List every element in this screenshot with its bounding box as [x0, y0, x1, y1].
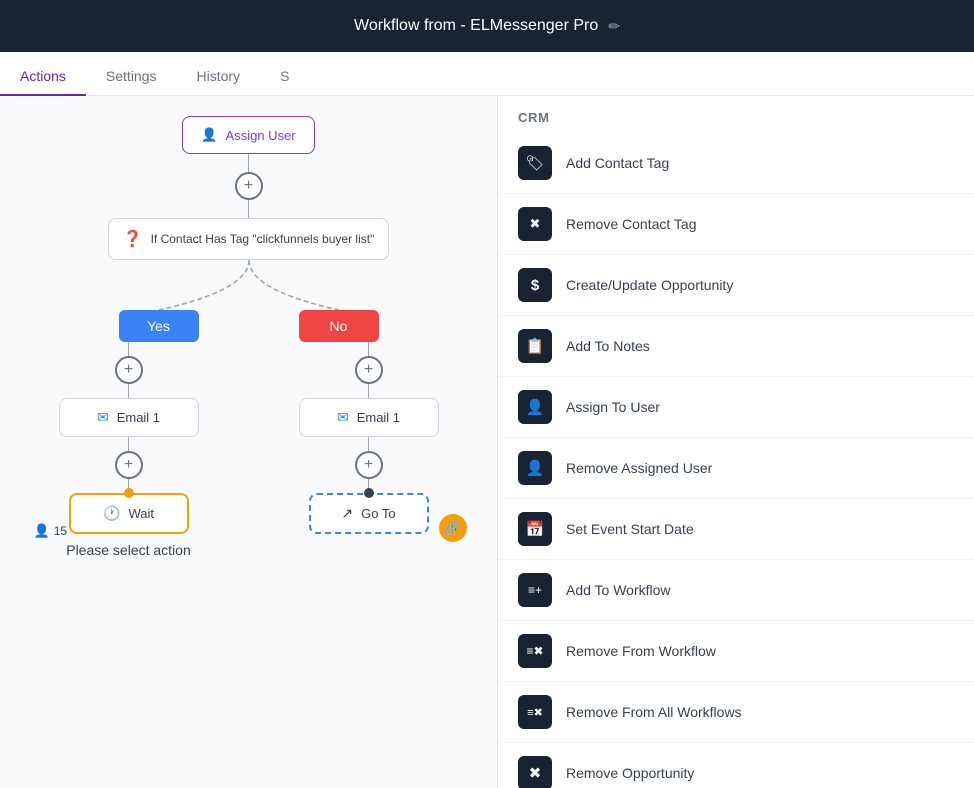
- add-to-workflow-icon: ≡+: [518, 573, 552, 607]
- assign-user-box[interactable]: 👤 Assign User: [182, 116, 314, 154]
- goto-label: Go To: [361, 506, 395, 521]
- crm-item-remove-opportunity[interactable]: ✖ Remove Opportunity: [498, 743, 974, 788]
- remove-assigned-user-icon: 👤: [518, 451, 552, 485]
- crm-item-add-to-workflow[interactable]: ≡+ Add To Workflow: [498, 560, 974, 621]
- email-node-left[interactable]: ✉ Email 1: [59, 398, 199, 437]
- assign-user-label: Assign User: [226, 128, 296, 143]
- connector-2: [248, 200, 249, 218]
- condition-node[interactable]: ❓ If Contact Has Tag "clickfunnels buyer…: [108, 218, 390, 260]
- user-icon-small: 👤: [34, 523, 50, 539]
- branch-right: + ✉ Email 1 + ↗ Go To: [299, 342, 439, 558]
- crm-item-add-to-notes[interactable]: 📋 Add To Notes: [498, 316, 974, 377]
- goto-container: ↗ Go To 🔗: [309, 493, 429, 534]
- remove-opportunity-icon: ✖: [518, 756, 552, 788]
- add-btn-left[interactable]: +: [115, 356, 143, 384]
- goto-dot: [364, 488, 374, 498]
- add-to-workflow-label: Add To Workflow: [566, 582, 671, 598]
- wait-label: Wait: [128, 506, 154, 521]
- edit-icon[interactable]: ✏: [608, 18, 620, 35]
- remove-from-all-workflows-label: Remove From All Workflows: [566, 704, 742, 720]
- remove-contact-tag-icon: ✖: [518, 207, 552, 241]
- remove-from-all-workflows-icon: ≡✖: [518, 695, 552, 729]
- tab-s[interactable]: S: [260, 58, 309, 96]
- crm-panel: CRM 🏷 Add Contact Tag ✖ Remove Contact T…: [497, 96, 974, 788]
- connector-right-2: [368, 384, 369, 398]
- email-node-right[interactable]: ✉ Email 1: [299, 398, 439, 437]
- set-event-start-date-label: Set Event Start Date: [566, 521, 694, 537]
- crm-item-assign-to-user[interactable]: 👤 Assign To User: [498, 377, 974, 438]
- tab-settings[interactable]: Settings: [86, 58, 177, 96]
- branch-buttons: Yes No: [119, 310, 379, 342]
- assign-to-user-label: Assign To User: [566, 399, 660, 415]
- create-update-opportunity-icon: $: [518, 268, 552, 302]
- remove-contact-tag-label: Remove Contact Tag: [566, 216, 696, 232]
- workflow-title: Workflow from - ELMessenger Pro: [354, 17, 598, 35]
- tab-history[interactable]: History: [177, 58, 261, 96]
- branch-svg: [59, 260, 439, 310]
- branch-left: + ✉ Email 1 + 🕐 Wait: [59, 342, 199, 558]
- condition-icon: ❓: [123, 229, 143, 249]
- goto-icon: ↗: [341, 505, 353, 522]
- branch-connectors: + ✉ Email 1 + 🕐 Wait: [59, 342, 439, 558]
- add-btn-left-2[interactable]: +: [115, 451, 143, 479]
- yes-button[interactable]: Yes: [119, 310, 199, 342]
- email-label-right: Email 1: [357, 410, 400, 425]
- tab-bar: Actions Settings History S: [0, 52, 974, 96]
- add-btn-1[interactable]: +: [235, 172, 263, 200]
- user-count: 15: [54, 524, 67, 538]
- add-contact-tag-label: Add Contact Tag: [566, 155, 669, 171]
- crm-item-add-contact-tag[interactable]: 🏷 Add Contact Tag: [498, 133, 974, 194]
- canvas-inner: 👤 Assign User + ❓ If Contact Has Tag "cl…: [0, 96, 497, 788]
- crm-item-create-update-opportunity[interactable]: $ Create/Update Opportunity: [498, 255, 974, 316]
- main-content: 👤 Assign User + ❓ If Contact Has Tag "cl…: [0, 96, 974, 788]
- tab-actions[interactable]: Actions: [0, 58, 86, 96]
- email-label-left: Email 1: [117, 410, 160, 425]
- wait-icon: 🕐: [103, 505, 120, 522]
- assign-user-icon: 👤: [201, 127, 217, 143]
- assign-to-user-icon: 👤: [518, 390, 552, 424]
- set-event-start-date-icon: 📅: [518, 512, 552, 546]
- add-to-notes-icon: 📋: [518, 329, 552, 363]
- connector-right-3: [368, 437, 369, 451]
- add-btn-right-2[interactable]: +: [355, 451, 383, 479]
- crm-item-remove-from-workflow[interactable]: ≡✖ Remove From Workflow: [498, 621, 974, 682]
- create-update-opportunity-label: Create/Update Opportunity: [566, 277, 733, 293]
- no-button[interactable]: No: [299, 310, 379, 342]
- crm-items-list: 🏷 Add Contact Tag ✖ Remove Contact Tag $…: [498, 133, 974, 788]
- workflow-canvas: 👤 Assign User + ❓ If Contact Has Tag "cl…: [0, 96, 497, 788]
- wait-node[interactable]: 🕐 Wait: [69, 493, 189, 534]
- add-contact-tag-icon: 🏷: [518, 146, 552, 180]
- branch-curves: [59, 260, 439, 310]
- condition-label: If Contact Has Tag "clickfunnels buyer l…: [151, 232, 375, 246]
- add-to-notes-label: Add To Notes: [566, 338, 650, 354]
- connector-left-2: [128, 384, 129, 398]
- crm-section-header: CRM: [498, 96, 974, 133]
- connector-1: [248, 154, 249, 172]
- crm-item-remove-contact-tag[interactable]: ✖ Remove Contact Tag: [498, 194, 974, 255]
- wait-container: 🕐 Wait 👤 15: [69, 493, 189, 534]
- goto-node[interactable]: ↗ Go To: [309, 493, 429, 534]
- crm-item-remove-from-all-workflows[interactable]: ≡✖ Remove From All Workflows: [498, 682, 974, 743]
- header: Workflow from - ELMessenger Pro ✏: [0, 0, 974, 52]
- remove-from-workflow-label: Remove From Workflow: [566, 643, 716, 659]
- remove-opportunity-label: Remove Opportunity: [566, 765, 694, 781]
- wait-dot: [124, 488, 134, 498]
- add-btn-right[interactable]: +: [355, 356, 383, 384]
- email-icon-left: ✉: [97, 409, 109, 426]
- assign-user-node[interactable]: 👤 Assign User: [182, 116, 314, 154]
- crm-item-remove-assigned-user[interactable]: 👤 Remove Assigned User: [498, 438, 974, 499]
- please-select-action: Please select action: [66, 542, 191, 558]
- link-icon[interactable]: 🔗: [439, 514, 467, 542]
- remove-from-workflow-icon: ≡✖: [518, 634, 552, 668]
- connector-left-1: [128, 342, 129, 356]
- condition-box[interactable]: ❓ If Contact Has Tag "clickfunnels buyer…: [108, 218, 390, 260]
- connector-right-1: [368, 342, 369, 356]
- connector-left-3: [128, 437, 129, 451]
- crm-item-set-event-start-date[interactable]: 📅 Set Event Start Date: [498, 499, 974, 560]
- user-badge: 👤 15: [34, 523, 68, 539]
- remove-assigned-user-label: Remove Assigned User: [566, 460, 712, 476]
- email-icon-right: ✉: [337, 409, 349, 426]
